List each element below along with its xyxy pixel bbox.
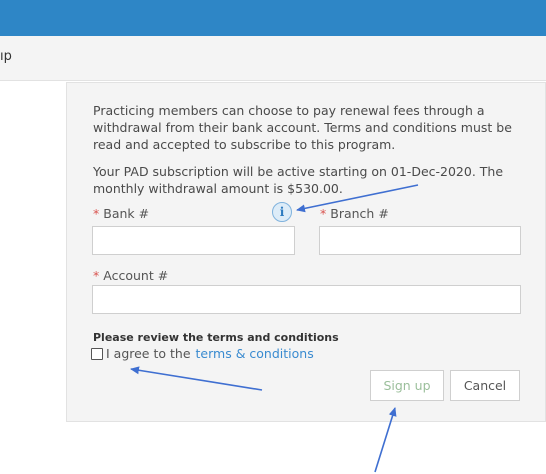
terms-link[interactable]: terms & conditions [196, 346, 314, 361]
agree-checkbox[interactable] [91, 347, 103, 360]
account-number-input[interactable] [92, 285, 521, 314]
branch-label-text: Branch # [330, 206, 389, 221]
top-nav-bar [0, 0, 546, 36]
required-marker: * [320, 206, 327, 221]
intro-description: Practicing members can choose to pay ren… [93, 103, 512, 152]
bank-label: * Bank # [93, 206, 149, 221]
account-label: * Account # [93, 268, 168, 283]
terms-title: Please review the terms and conditions [93, 331, 339, 344]
bank-number-input[interactable] [92, 226, 295, 255]
sign-up-button[interactable]: Sign up [370, 370, 444, 401]
branch-label: * Branch # [320, 206, 389, 221]
cancel-button[interactable]: Cancel [450, 370, 520, 401]
info-icon[interactable]: i [272, 202, 292, 222]
sub-header-bar: ıp [0, 36, 546, 81]
agree-text: I agree to the [106, 346, 191, 361]
bank-label-text: Bank # [103, 206, 150, 221]
account-label-text: Account # [103, 268, 169, 283]
branch-number-input[interactable] [319, 226, 521, 255]
subbar-text: ıp [0, 49, 12, 64]
required-marker: * [93, 206, 100, 221]
required-marker: * [93, 268, 100, 283]
subscription-note: Your PAD subscription will be active sta… [93, 164, 504, 196]
agree-row: I agree to the terms & conditions [91, 346, 314, 361]
